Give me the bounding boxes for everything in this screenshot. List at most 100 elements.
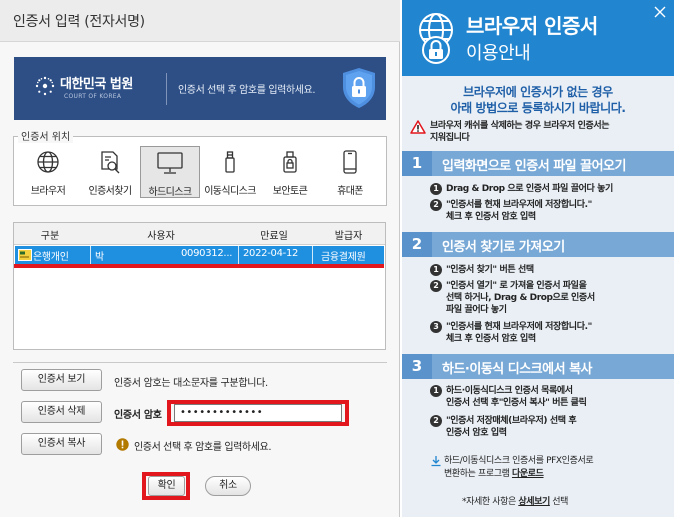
download-link[interactable]: 다운로드 (512, 469, 544, 479)
court-logo-text: 대한민국 법원 (60, 77, 133, 92)
password-label: 인증서 암호 (114, 410, 162, 421)
password-warning-text: 인증서 선택 후 암호를 입력하세요. (134, 442, 272, 453)
help-section-3: 3 하드·이동식 디스크에서 복사 (402, 354, 674, 379)
cell-issuer: 금융결제원 (321, 252, 366, 263)
court-emblem-icon (35, 76, 55, 96)
location-hard-disk[interactable]: 하드디스크 (140, 146, 200, 198)
help-intro-line2: 아래 방법으로 등록하시기 바랍니다. (450, 101, 626, 115)
download-icon (431, 456, 441, 467)
ok-button[interactable]: 확인 (148, 476, 185, 496)
globe-lock-icon (419, 13, 453, 64)
cache-warning: 브라우저 캐쉬를 삭제하는 경우 브라우저 인증서는 지워집니다 (430, 120, 610, 144)
step-number-badge: 2 (430, 415, 442, 427)
details-link[interactable]: 상세보기 (518, 497, 550, 507)
help-step: "인증서 저장매체(브라우저) 선택 후 인증서 암호 입력 (446, 415, 577, 439)
step-number-badge: 2 (430, 280, 442, 292)
help-title-line2: 이용안내 (466, 43, 531, 64)
more-info-note: *자세한 사항은 상세보기 선택 (462, 497, 569, 507)
step-line: "인증서 열기" 로 가져올 인증서 파일을 (446, 281, 587, 291)
location-find-certificate[interactable]: 인증서찾기 (80, 146, 140, 198)
usb-icon (225, 151, 235, 173)
row-highlight-underline (14, 264, 384, 268)
location-label: 이동식디스크 (204, 186, 256, 197)
globe-icon (37, 151, 59, 173)
case-sensitive-info: 인증서 암호는 대소문자를 구분합니다. (114, 378, 268, 389)
close-icon[interactable] (652, 4, 668, 20)
cell-user-id: 0090312... (181, 248, 233, 259)
download-line1: 하드/이동식디스크 인증서를 PFX인증서로 (444, 456, 594, 466)
browser-certificate-help-panel: 브라우저 인증서 이용안내 브라우저에 인증서가 없는 경우 아래 방법으로 등… (402, 0, 674, 517)
column-separator (238, 246, 239, 264)
step-line: 인증서 선택 후"인증서 복사" 버튼 클릭 (446, 398, 587, 408)
help-intro: 브라우저에 인증서가 없는 경우 아래 방법으로 등록하시기 바랍니다. (402, 84, 674, 116)
help-intro-line1: 브라우저에 인증서가 없는 경우 (463, 85, 613, 99)
warning-triangle-icon (410, 120, 426, 134)
delete-certificate-button[interactable]: 인증서 삭제 (21, 401, 102, 423)
section-divider (13, 362, 387, 363)
step-line: 하드·이동식디스크 인증서 목록에서 (446, 386, 573, 396)
step-number-badge: 3 (430, 321, 442, 333)
step-line: "인증서 찾기" 버튼 선택 (446, 265, 534, 275)
step-line: "인증서를 현재 브라우저에 저장합니다." (446, 200, 592, 210)
step-line: "인증서를 현재 브라우저에 저장합니다." (446, 322, 592, 332)
location-label: 하드디스크 (148, 187, 192, 198)
section-number: 1 (402, 151, 432, 176)
location-legend: 인증서 위치 (18, 128, 74, 143)
court-banner: 대한민국 법원 COURT OF KOREA 인증서 선택 후 암호를 입력하세… (14, 57, 386, 120)
title-bar: 인증서 입력 (전자서명) (0, 0, 400, 42)
table-header: 구분 사용자 만료일 발급자 (14, 223, 385, 245)
location-label: 보안토큰 (272, 186, 308, 197)
help-step: "인증서를 현재 브라우저에 저장합니다." 체크 후 인증서 암호 입력 (446, 321, 592, 345)
column-header-user: 사용자 (147, 231, 175, 242)
cell-user: 박 (95, 252, 104, 263)
certificate-table: 구분 사용자 만료일 발급자 은행개인 박 0090312... 2022-04… (13, 222, 386, 350)
banner-divider (166, 73, 167, 105)
banner-message: 인증서 선택 후 암호를 입력하세요. (178, 85, 316, 96)
help-section-2: 2 인증서 찾기로 가져오기 (402, 232, 674, 257)
column-header-issuer: 발급자 (334, 231, 363, 242)
cancel-button[interactable]: 취소 (205, 476, 251, 496)
help-step: Drag & Drop 으로 인증서 파일 끌어다 놓기 (446, 183, 613, 195)
column-separator (90, 246, 91, 264)
location-browser[interactable]: 브라우저 (18, 146, 78, 198)
shield-lock-icon (343, 68, 375, 108)
copy-certificate-button[interactable]: 인증서 복사 (21, 433, 102, 455)
help-header: 브라우저 인증서 이용안내 (402, 0, 674, 76)
cell-expiry: 2022-04-12 (243, 248, 299, 259)
download-line2: 변환하는 프로그램 다운로드 (444, 469, 544, 479)
location-security-token[interactable]: 보안토큰 (260, 146, 320, 198)
step-line: 파일 끌어다 놓기 (446, 305, 507, 315)
column-header-type: 구분 (40, 231, 60, 242)
help-section-1: 1 입력화면으로 인증서 파일 끌어오기 (402, 151, 674, 176)
cache-warning-line2: 지워집니다 (430, 133, 470, 143)
step-number-badge: 1 (430, 264, 442, 276)
location-removable-disk[interactable]: 이동식디스크 (200, 146, 260, 198)
court-logo-subtext: COURT OF KOREA (64, 93, 122, 100)
pfx-download-note: 하드/이동식디스크 인증서를 PFX인증서로 변환하는 프로그램 다운로드 (444, 455, 594, 481)
step-line: 체크 후 인증서 암호 입력 (446, 212, 536, 222)
help-step: "인증서 찾기" 버튼 선택 (446, 264, 534, 276)
location-label: 브라우저 (30, 186, 66, 197)
password-input[interactable]: ••••••••••••• (174, 404, 342, 422)
view-certificate-button[interactable]: 인증서 보기 (21, 369, 102, 391)
location-mobile-phone[interactable]: 휴대폰 (320, 146, 380, 198)
step-line: 인증서 암호 입력 (446, 428, 507, 438)
certificate-card-icon (18, 249, 32, 261)
mobile-phone-icon (343, 150, 357, 174)
help-title-line1: 브라우저 인증서 (466, 14, 598, 38)
search-document-icon (101, 151, 120, 174)
step-line: 선택 하거나, Drag & Drop으로 인증서 (446, 293, 595, 303)
column-header-expiry: 만료일 (260, 231, 288, 242)
section-number: 2 (402, 232, 432, 257)
section-title: 입력화면으로 인증서 파일 끌어오기 (442, 159, 626, 174)
table-row[interactable]: 은행개인 박 0090312... 2022-04-12 금융결제원 (15, 246, 384, 264)
column-separator (312, 246, 313, 264)
section-number: 3 (402, 354, 432, 379)
step-number-badge: 2 (430, 199, 442, 211)
cell-type: 은행개인 (33, 252, 69, 263)
location-label: 휴대폰 (337, 186, 363, 197)
help-step: "인증서 열기" 로 가져올 인증서 파일을 선택 하거나, Drag & Dr… (446, 280, 595, 316)
step-number-badge: 1 (430, 183, 442, 195)
cache-warning-line1: 브라우저 캐쉬를 삭제하는 경우 브라우저 인증서는 (430, 121, 610, 131)
security-token-icon (283, 151, 297, 173)
